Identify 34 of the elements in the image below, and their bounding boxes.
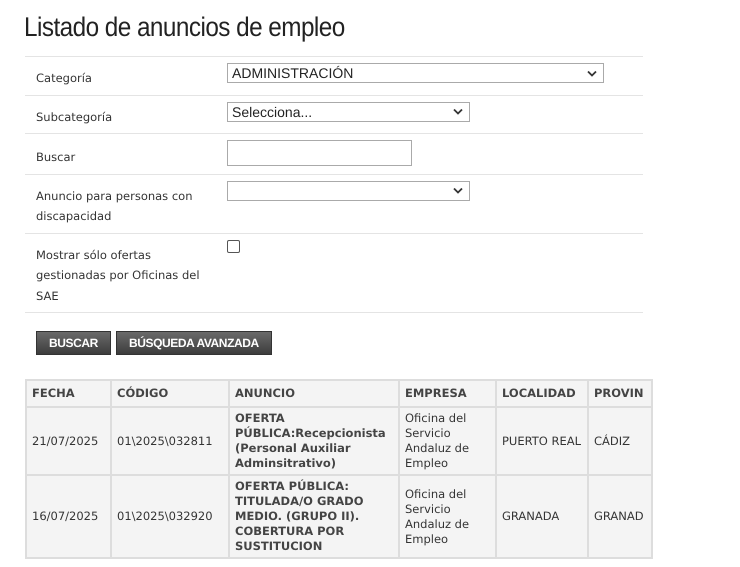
select-field[interactable]: ADMINISTRACIÓN (227, 63, 604, 83)
table-cell: CÁDIZ (588, 407, 652, 475)
table-cell: GRANAD (588, 475, 652, 558)
search-field[interactable] (227, 140, 412, 166)
chevron-down-icon (453, 108, 463, 115)
checkbox[interactable] (227, 240, 240, 252)
select-field[interactable]: Selecciona... (227, 102, 470, 122)
table-cell: Oficina del Servicio Andaluz de Empleo (399, 407, 496, 475)
column-header: EMPRESA (399, 380, 496, 407)
field-label: Anuncio para personas con discapacidad (36, 188, 194, 225)
table-cell: 01\2025\032811 (111, 407, 229, 475)
table-cell: 01\2025\032920 (111, 475, 229, 558)
search-button[interactable]: BUSCAR (36, 331, 111, 355)
column-header: FECHA (26, 380, 111, 407)
select-field[interactable] (227, 180, 470, 200)
table-cell: 16/07/2025 (26, 475, 111, 558)
column-header: LOCALIDAD (496, 380, 588, 407)
search-button[interactable]: BÚSQUEDA AVANZADA (116, 331, 272, 355)
column-header: ANUNCIO (229, 380, 399, 407)
field-label: Buscar (36, 149, 76, 166)
field-label: Subcategoría (36, 108, 114, 126)
table-cell: PUERTO REAL (496, 407, 588, 475)
chevron-down-icon (453, 187, 463, 194)
column-header: PROVIN (588, 380, 652, 407)
page-title: Listado de anuncios de empleo (24, 11, 346, 44)
table-cell: Oficina del Servicio Andaluz de Empleo (399, 475, 496, 558)
table-cell: OFERTA PÚBLICA: TITULADA/O GRADO MEDIO. (GRUPO II). COBERTURA POR SUSTITUCION (229, 475, 399, 558)
table-cell: 21/07/2025 (26, 407, 111, 475)
table-cell: GRANADA (496, 475, 588, 558)
column-header: CÓDIGO (111, 380, 229, 407)
field-label: Categoría (36, 70, 93, 87)
table-cell: OFERTA PÚBLICA:Recepcionista (Personal Auxiliar Adminsitrativo) (229, 407, 399, 475)
chevron-down-icon (587, 70, 597, 76)
field-label: Mostrar sólo ofertas gestionadas por Oficinas del SAE (36, 246, 201, 304)
